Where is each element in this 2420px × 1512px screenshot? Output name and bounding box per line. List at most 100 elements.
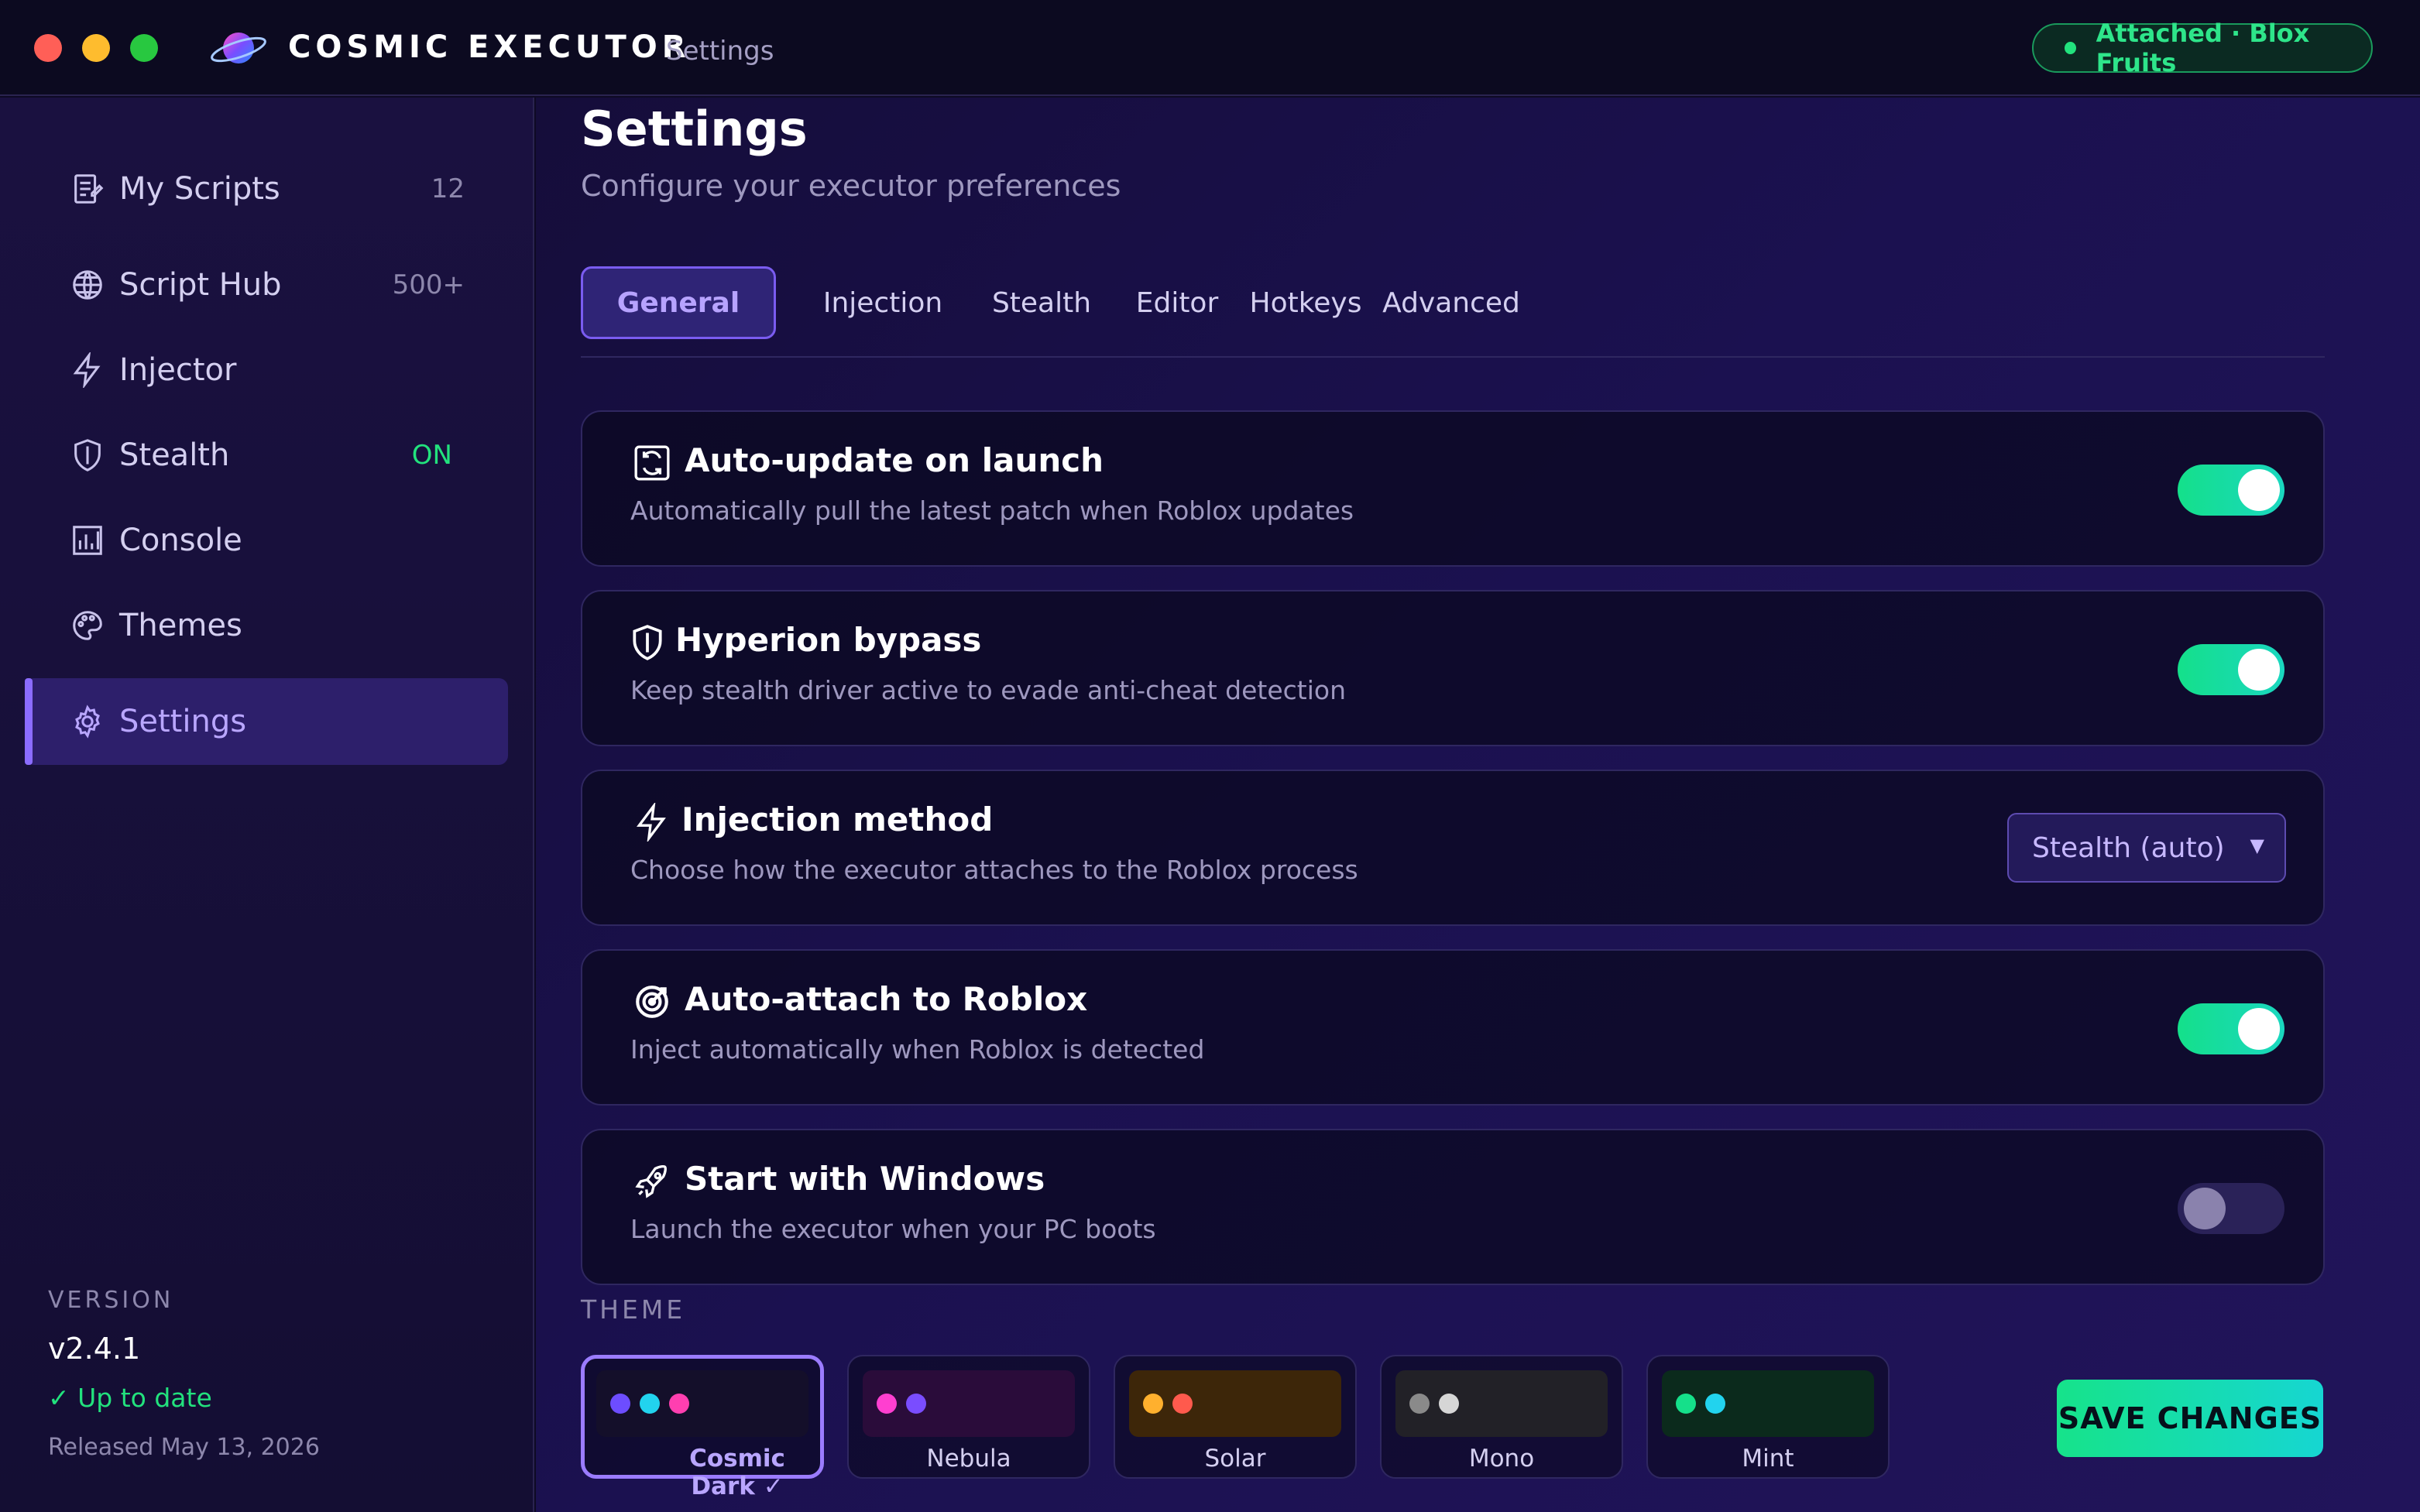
theme-option-mono[interactable]: Mono — [1380, 1355, 1623, 1479]
theme-preview — [1395, 1370, 1608, 1437]
setting-description: Choose how the executor attaches to the … — [630, 855, 1358, 885]
release-date: Released May 13, 2026 — [48, 1434, 320, 1461]
theme-option-cosmic-dark[interactable]: Cosmic Dark ✓ — [581, 1355, 824, 1500]
script-count-badge: 12 — [431, 173, 465, 204]
setting-card-injection-method: Injection method Choose how the executor… — [581, 770, 2325, 926]
auto-update-toggle[interactable] — [2178, 465, 2284, 516]
sidebar-item-injector[interactable]: Injector — [25, 327, 508, 413]
tab-hotkeys[interactable]: Hotkeys — [1244, 266, 1368, 339]
theme-option-mint[interactable]: Mint — [1646, 1355, 1890, 1479]
theme-option-solar[interactable]: Solar — [1114, 1355, 1357, 1479]
globe-icon — [68, 266, 107, 304]
theme-name: Nebula — [926, 1445, 1011, 1473]
injection-method-select[interactable]: Stealth (auto) ▼ — [2007, 813, 2286, 883]
sidebar-item-label: Stealth — [119, 437, 230, 473]
toggle-knob — [2238, 649, 2280, 691]
sidebar-item-label: Script Hub — [119, 267, 282, 303]
tab-advanced[interactable]: Advanced — [1382, 266, 1521, 339]
lightning-icon — [630, 801, 674, 844]
maximize-window-button[interactable] — [130, 34, 158, 62]
shield-icon — [626, 621, 669, 664]
setting-title: Auto-attach to Roblox — [685, 980, 1088, 1018]
theme-section-label: THEME — [581, 1294, 686, 1325]
sidebar-item-console[interactable]: Console — [25, 497, 508, 584]
setting-description: Automatically pull the latest patch when… — [630, 495, 1354, 526]
theme-name: Mint — [1742, 1445, 1794, 1473]
sidebar-item-label: Injector — [119, 352, 237, 388]
color-swatch — [610, 1394, 630, 1414]
sidebar-item-themes[interactable]: Themes — [25, 582, 508, 669]
color-swatch — [640, 1394, 660, 1414]
sidebar-item-label: Settings — [119, 704, 247, 739]
color-swatch — [1439, 1394, 1459, 1414]
sidebar-item-settings[interactable]: Settings — [25, 678, 508, 765]
theme-name: Cosmic Dark ✓ — [689, 1445, 785, 1500]
gear-icon — [68, 702, 107, 741]
setting-description: Inject automatically when Roblox is dete… — [630, 1034, 1205, 1065]
attached-status-text: Attached · Blox Fruits — [2096, 19, 2310, 77]
toggle-knob — [2184, 1188, 2226, 1229]
color-swatch — [1676, 1394, 1696, 1414]
script-hub-count-badge: 500+ — [392, 269, 465, 300]
setting-card-auto-update: Auto-update on launch Automatically pull… — [581, 410, 2325, 567]
update-status: ✓ Up to date — [48, 1383, 212, 1413]
settings-tabs: General Injection Stealth Editor Hotkeys… — [581, 266, 2325, 358]
theme-preview — [1662, 1370, 1874, 1437]
hyperion-bypass-toggle[interactable] — [2178, 644, 2284, 695]
color-swatch — [906, 1394, 926, 1414]
checkmark-icon: ✓ — [763, 1473, 784, 1500]
sidebar-item-label: My Scripts — [119, 171, 280, 207]
select-value: Stealth (auto) — [2032, 831, 2225, 864]
theme-preview — [1129, 1370, 1341, 1437]
version-number: v2.4.1 — [48, 1332, 141, 1366]
color-swatch — [1172, 1394, 1193, 1414]
sidebar-item-script-hub[interactable]: Script Hub 500+ — [25, 242, 508, 328]
sidebar-item-stealth[interactable]: Stealth ON — [25, 412, 508, 499]
sidebar-item-label: Console — [119, 523, 242, 558]
shield-icon — [68, 436, 107, 475]
close-window-button[interactable] — [34, 34, 62, 62]
settings-panel: Settings Configure your executor prefere… — [536, 98, 2420, 1512]
planet-logo-icon — [208, 26, 269, 70]
refresh-icon — [630, 441, 674, 485]
tab-general[interactable]: General — [581, 266, 776, 339]
attached-status-badge: Attached · Blox Fruits — [2032, 19, 2373, 77]
setting-title: Hyperion bypass — [675, 621, 982, 659]
color-swatch — [1143, 1394, 1163, 1414]
stealth-status-badge: ON — [411, 440, 452, 471]
theme-preview — [596, 1370, 808, 1437]
tab-editor[interactable]: Editor — [1123, 266, 1231, 339]
sidebar-item-my-scripts[interactable]: My Scripts 12 — [25, 146, 508, 232]
color-swatch — [1409, 1394, 1430, 1414]
status-dot-icon — [2065, 42, 2076, 54]
color-swatch — [669, 1394, 689, 1414]
setting-card-auto-attach: Auto-attach to Roblox Inject automatical… — [581, 949, 2325, 1106]
color-swatch — [1705, 1394, 1725, 1414]
sidebar-item-label: Themes — [119, 608, 242, 643]
minimize-window-button[interactable] — [82, 34, 110, 62]
setting-card-start-with-windows: Start with Windows Launch the executor w… — [581, 1129, 2325, 1285]
start-with-windows-toggle[interactable] — [2178, 1183, 2284, 1234]
tab-injection[interactable]: Injection — [805, 266, 960, 339]
auto-attach-toggle[interactable] — [2178, 1003, 2284, 1054]
setting-title: Start with Windows — [685, 1160, 1045, 1198]
document-icon — [68, 170, 107, 208]
setting-title: Auto-update on launch — [685, 441, 1104, 479]
theme-name: Mono — [1468, 1445, 1535, 1473]
setting-title: Injection method — [681, 801, 994, 838]
toggle-knob — [2238, 469, 2280, 511]
bar-chart-icon — [68, 521, 107, 560]
setting-card-hyperion-bypass: Hyperion bypass Keep stealth driver acti… — [581, 590, 2325, 746]
theme-preview — [863, 1370, 1075, 1437]
tab-stealth[interactable]: Stealth — [976, 266, 1107, 339]
chevron-down-icon: ▼ — [2250, 835, 2264, 856]
title-bar: COSMIC EXECUTOR Settings Attached · Blox… — [0, 0, 2420, 96]
theme-option-nebula[interactable]: Nebula — [847, 1355, 1090, 1479]
color-swatch — [877, 1394, 897, 1414]
app-title: COSMIC EXECUTOR — [288, 29, 691, 65]
save-changes-button[interactable]: SAVE CHANGES — [2057, 1380, 2323, 1457]
palette-icon — [68, 606, 107, 645]
toggle-knob — [2238, 1008, 2280, 1050]
target-icon — [630, 980, 674, 1023]
window-subtitle: Settings — [666, 36, 774, 67]
